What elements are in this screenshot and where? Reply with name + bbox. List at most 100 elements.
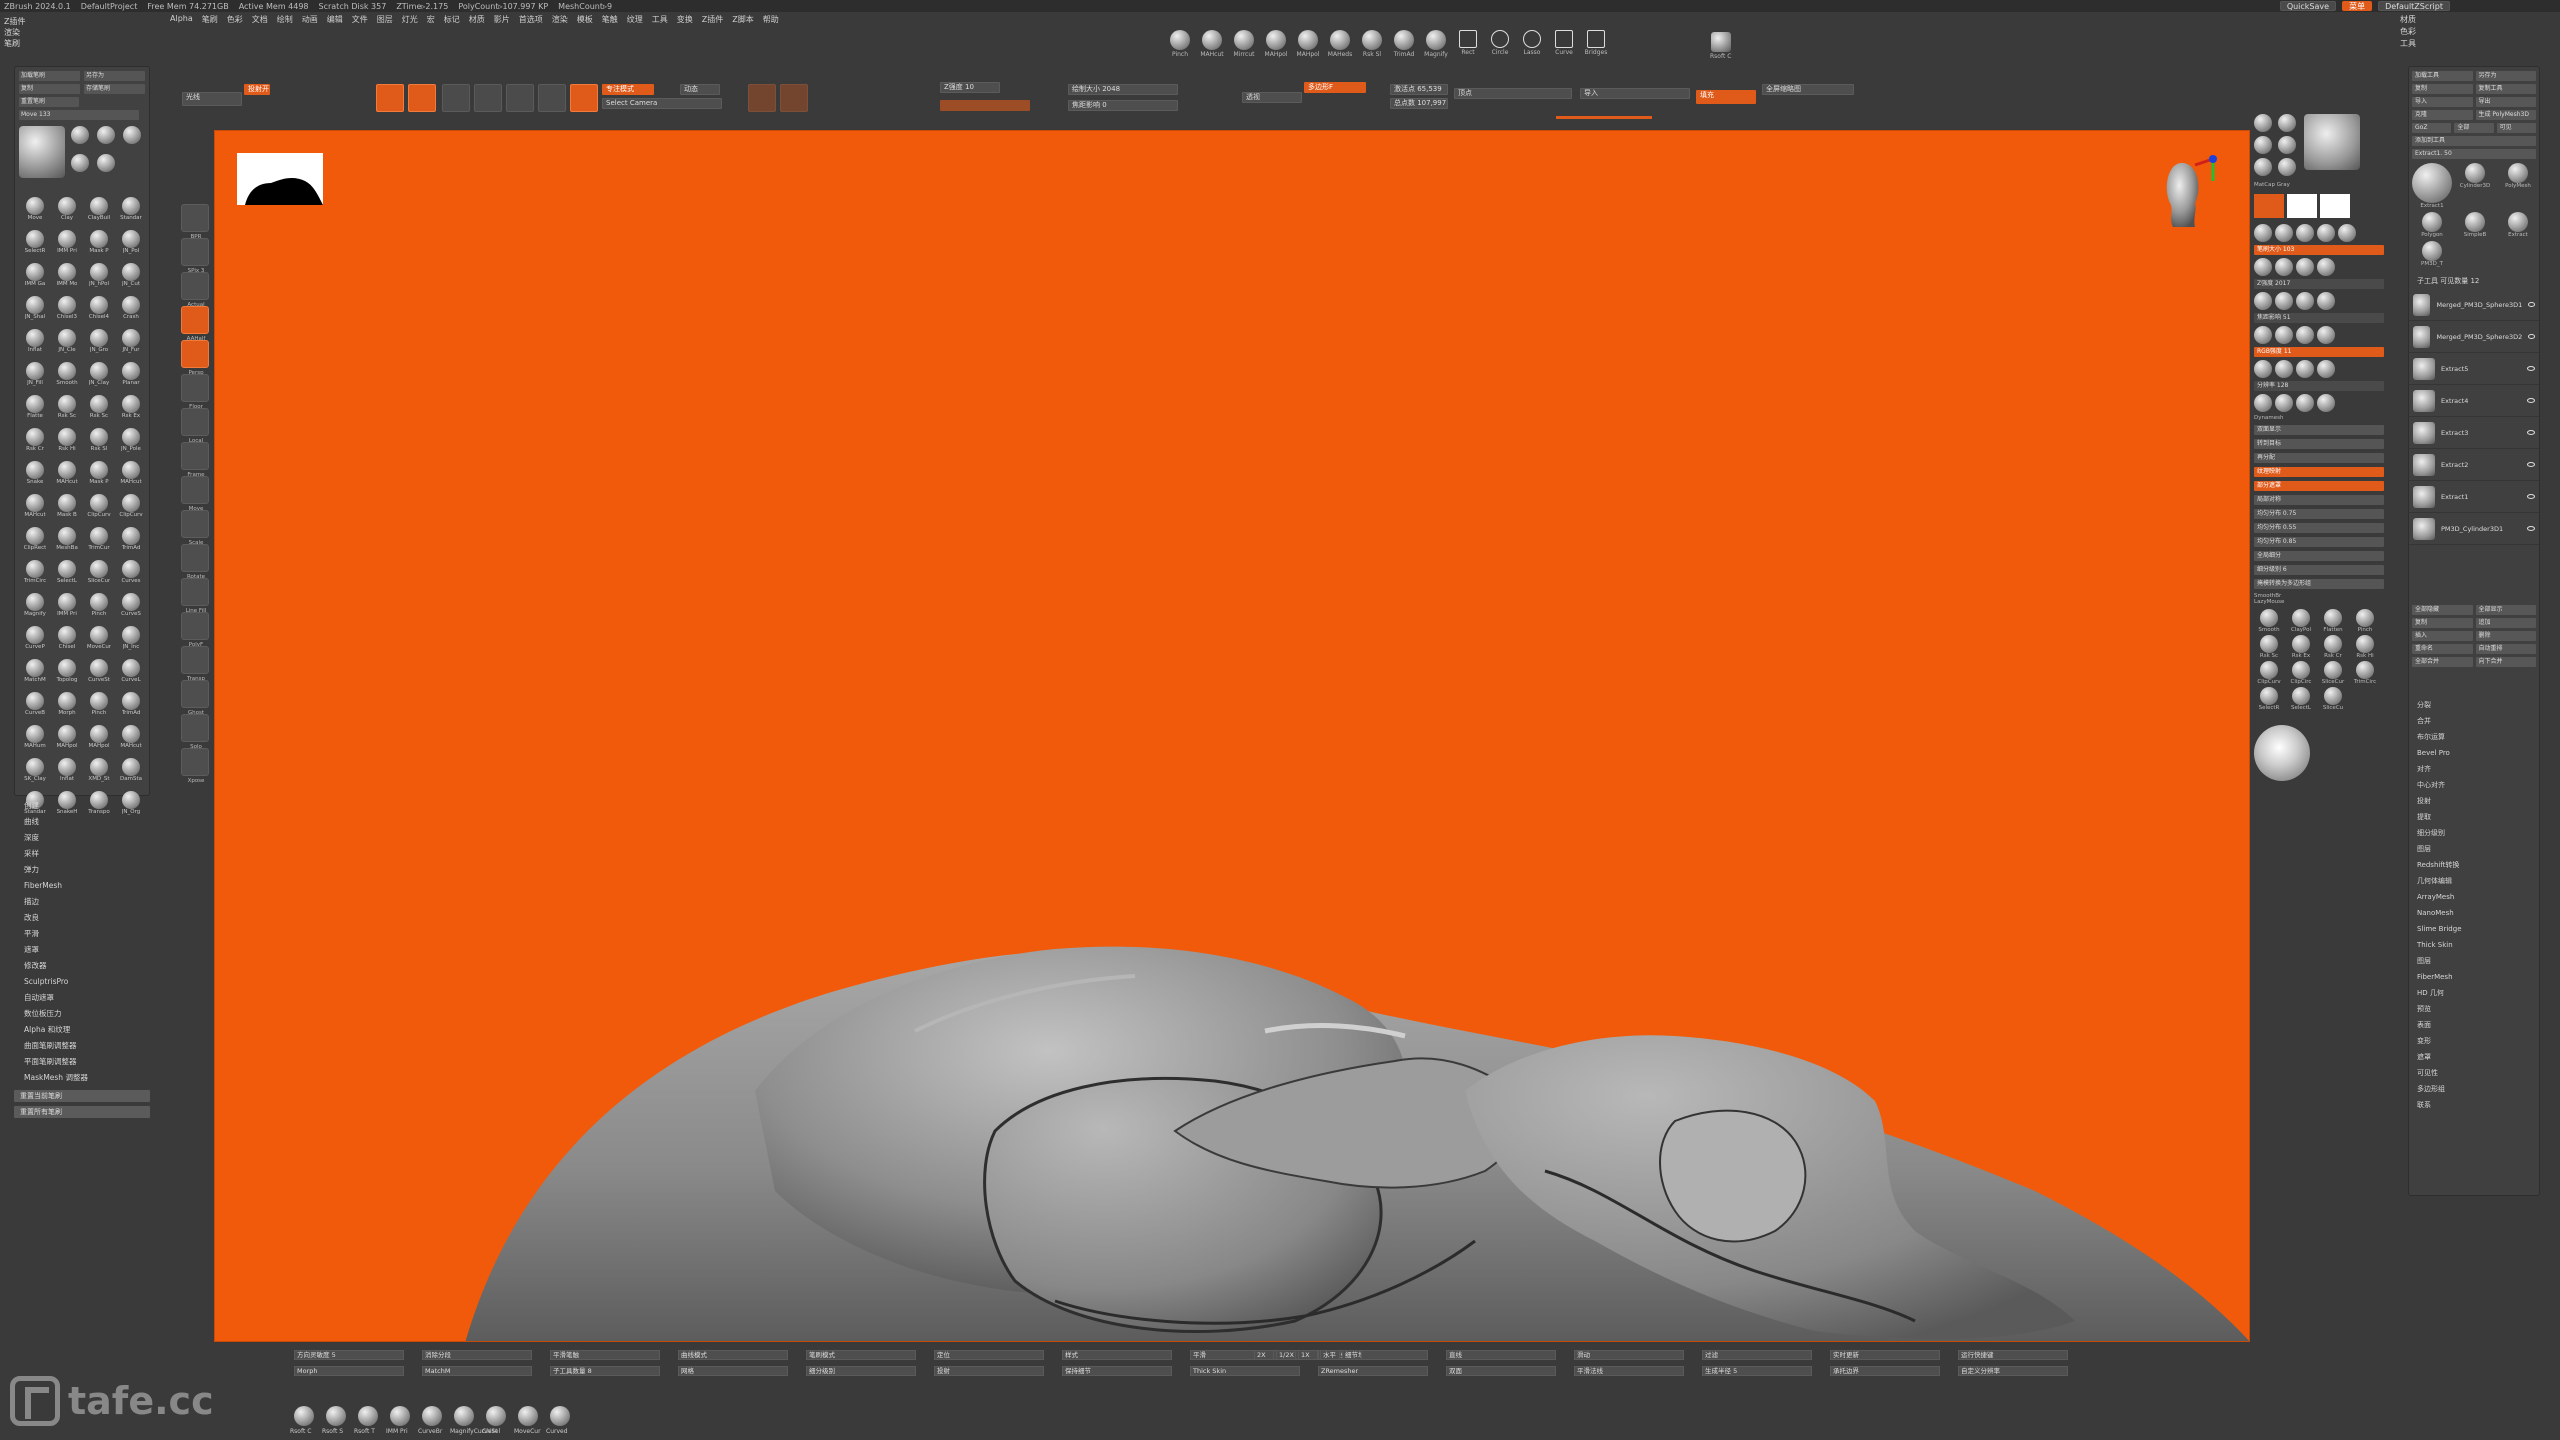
bottom-field[interactable]: 实时更新 xyxy=(1830,1350,1940,1360)
bottom-brush-icon[interactable] xyxy=(518,1406,538,1426)
brush-thumb[interactable]: Rsk Ex xyxy=(116,395,146,427)
zsub-button[interactable] xyxy=(780,84,808,112)
tool-submenu-item[interactable]: 联系 xyxy=(2409,1097,2539,1113)
shelf-brush[interactable]: Bridges xyxy=(1585,30,1607,58)
subtool-button[interactable]: 自动重排 xyxy=(2475,644,2536,654)
panel-button[interactable]: 均匀分布 0.55 xyxy=(2254,523,2384,533)
brush-thumb[interactable]: ClayPol xyxy=(2286,609,2316,633)
panel-button[interactable]: 双面显示 xyxy=(2254,425,2384,435)
projection-toggle[interactable]: 投射开关 xyxy=(244,84,270,95)
brush-thumb[interactable]: MeshBa xyxy=(52,527,82,559)
bottom-field[interactable]: Thick Skin xyxy=(1190,1366,1300,1376)
subtool-item[interactable]: PM3D_Cylinder3D1 xyxy=(2409,513,2539,545)
subtool-button[interactable]: 全部显示 xyxy=(2475,605,2536,615)
menu-item[interactable]: 标记 xyxy=(444,14,460,28)
brush-thumb[interactable]: Pinch xyxy=(84,692,114,724)
brush-thumb[interactable]: MAHum xyxy=(20,725,50,757)
bottom-field[interactable]: 细分级别 xyxy=(806,1366,916,1376)
visibility-eye-icon[interactable] xyxy=(2527,430,2535,435)
tool-submenu-item[interactable]: 对齐 xyxy=(2409,761,2539,777)
bottom-brush-icon[interactable] xyxy=(486,1406,506,1426)
shelf-brush[interactable]: MAHpol xyxy=(1265,30,1287,58)
bottom-field[interactable]: 消除分段 xyxy=(422,1350,532,1360)
zoom-button[interactable]: 水平 xyxy=(1320,1350,1340,1360)
brush-thumb[interactable]: Rsk Ex xyxy=(2286,635,2316,659)
recent-brush-icon[interactable] xyxy=(71,126,89,144)
brush-thumb[interactable]: MAHpol xyxy=(52,725,82,757)
brush-thumb[interactable]: Rsk Hi xyxy=(52,428,82,460)
quicksave-button[interactable]: QuickSave xyxy=(2279,1,2337,11)
subtool-button[interactable]: 复制 xyxy=(2412,618,2473,628)
brush-thumb[interactable]: Inflat xyxy=(20,329,50,361)
brush-sphere-icon[interactable] xyxy=(2275,224,2293,242)
tool-submenu-item[interactable]: NanoMesh xyxy=(2409,905,2539,921)
brush-sphere-icon[interactable] xyxy=(2296,224,2314,242)
visibility-eye-icon[interactable] xyxy=(2527,398,2535,403)
bottom-field[interactable]: ZRemesher xyxy=(1318,1366,1428,1376)
tool-submenu-item[interactable]: Slime Bridge xyxy=(2409,921,2539,937)
focal-field[interactable]: 焦距影响 0 xyxy=(1068,100,1178,111)
menu-item[interactable]: Z脚本 xyxy=(732,14,753,28)
menu-item[interactable]: 绘制 xyxy=(277,14,293,28)
subtool-button[interactable]: 插入 xyxy=(2412,631,2473,641)
tool-button[interactable]: 导出 xyxy=(2475,97,2536,107)
shelf-brush[interactable]: Magnify xyxy=(1424,30,1448,58)
view-tool-button[interactable]: Rotate xyxy=(181,544,209,580)
tool-submenu-item[interactable]: 预览 xyxy=(2409,1001,2539,1017)
bottom-field[interactable]: MatchM xyxy=(422,1366,532,1376)
zadd-button[interactable] xyxy=(748,84,776,112)
z-intensity-field[interactable]: Z强度 10 xyxy=(940,82,1000,93)
tool-button[interactable]: 导入 xyxy=(2412,97,2473,107)
brush-thumb[interactable]: IMM Ga xyxy=(20,263,50,295)
view-tool-button[interactable]: Ghost xyxy=(181,680,209,716)
visibility-eye-icon[interactable] xyxy=(2528,302,2535,307)
tool-button[interactable]: 可见 xyxy=(2496,123,2536,133)
panel-button[interactable]: 局部对称 xyxy=(2254,495,2384,505)
bottom-brush-icon[interactable] xyxy=(390,1406,410,1426)
color-swatch-orange[interactable] xyxy=(2254,194,2284,218)
brush-submenu-item[interactable]: 创建 xyxy=(14,798,150,814)
zoom-button[interactable]: 细节增强 xyxy=(1342,1350,1362,1360)
view-rotation-dial-icon[interactable] xyxy=(2254,725,2310,781)
brush-thumb[interactable]: JN_Gro xyxy=(84,329,114,361)
load-brush-button[interactable]: 加载笔刷 xyxy=(19,71,80,81)
brush-thumb[interactable]: JN_Shal xyxy=(20,296,50,328)
panel-button[interactable]: 全局细分 xyxy=(2254,551,2384,561)
tool-submenu-item[interactable]: 提取 xyxy=(2409,809,2539,825)
tool-button[interactable]: 克隆 xyxy=(2412,110,2473,120)
brush-thumb[interactable]: Smooth xyxy=(52,362,82,394)
brush-submenu-item[interactable]: SculptrisPro xyxy=(14,974,150,990)
menus-button[interactable]: 菜单 xyxy=(2342,1,2373,11)
bottom-brush-icon[interactable] xyxy=(422,1406,442,1426)
brush-thumb[interactable]: Standar xyxy=(116,197,146,229)
subtool-button[interactable]: 追加 xyxy=(2475,618,2536,628)
bottom-field[interactable]: 定位 xyxy=(934,1350,1044,1360)
bottom-brush-icon[interactable] xyxy=(294,1406,314,1426)
camera-button[interactable] xyxy=(570,84,598,112)
brush-thumb[interactable]: Topolog xyxy=(52,659,82,691)
brush-thumb[interactable]: JN_Inc xyxy=(116,626,146,658)
menu-item[interactable]: 色彩 xyxy=(227,14,243,28)
tool-submenu-item[interactable]: 投射 xyxy=(2409,793,2539,809)
brush-submenu-item[interactable]: 自动遮罩 xyxy=(14,990,150,1006)
brush-thumb[interactable]: SliceCur xyxy=(2318,661,2348,685)
brush-thumb[interactable]: Chisel4 xyxy=(84,296,114,328)
brush-thumb[interactable]: Rsk Sc xyxy=(84,395,114,427)
save-as-button[interactable]: 另存为 xyxy=(84,71,145,81)
brush-sphere-icon[interactable] xyxy=(2254,326,2272,344)
subtool-item[interactable]: Extract2 xyxy=(2409,449,2539,481)
menu-item[interactable]: 宏 xyxy=(427,14,435,28)
material-preview-icon[interactable] xyxy=(2304,114,2360,170)
bottom-field[interactable]: 子工具数量 8 xyxy=(550,1366,660,1376)
bottom-brush-icon[interactable] xyxy=(326,1406,346,1426)
brush-sphere-icon[interactable] xyxy=(2317,224,2335,242)
brush-submenu-item[interactable]: 平面笔刷调整器 xyxy=(14,1054,150,1070)
brush-submenu-item[interactable]: 遮罩 xyxy=(14,942,150,958)
menu-item[interactable]: 变换 xyxy=(677,14,693,28)
brush-submenu-item[interactable]: 数位板压力 xyxy=(14,1006,150,1022)
brush-sphere-icon[interactable] xyxy=(2296,360,2314,378)
view-tool-button[interactable]: Floor xyxy=(181,374,209,410)
menu-item[interactable]: 帮助 xyxy=(763,14,779,28)
recent-brush-icon[interactable] xyxy=(97,154,115,172)
brush-thumb[interactable]: CurveS xyxy=(116,593,146,625)
